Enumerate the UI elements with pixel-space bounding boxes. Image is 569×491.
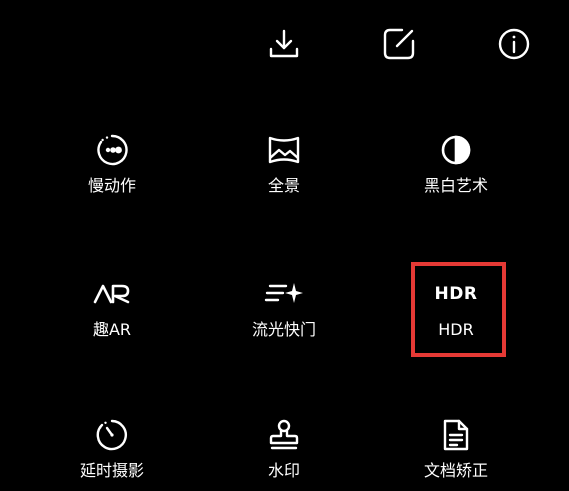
- mode-label: 趣AR: [92, 320, 132, 339]
- mode-light-painting[interactable]: 流光快门: [209, 277, 359, 340]
- mode-monochrome[interactable]: 黑白艺术: [381, 133, 531, 196]
- mode-watermark[interactable]: 水印: [209, 418, 359, 481]
- document-correction-icon: [439, 418, 473, 452]
- edit-icon[interactable]: [381, 26, 417, 62]
- mode-label: 慢动作: [87, 176, 136, 195]
- mode-label: 黑白艺术: [423, 176, 488, 195]
- light-painting-icon: [264, 277, 304, 311]
- mode-label: 延时摄影: [79, 461, 144, 480]
- mode-label: 全景: [267, 176, 300, 195]
- mode-document-correction[interactable]: 文档矫正: [381, 418, 531, 481]
- watermark-icon: [267, 418, 301, 452]
- hdr-icon-text: HDR: [434, 284, 478, 304]
- mode-hdr[interactable]: HDR HDR: [381, 277, 531, 340]
- panorama-icon: [267, 133, 301, 167]
- mode-label: 文档矫正: [423, 461, 488, 480]
- timelapse-icon: [95, 418, 129, 452]
- download-icon[interactable]: [266, 26, 302, 62]
- mode-label: HDR: [438, 320, 474, 339]
- hdr-icon: HDR: [435, 277, 478, 311]
- mode-timelapse[interactable]: 延时摄影: [37, 418, 187, 481]
- ar-icon: [93, 277, 131, 311]
- mode-label: 流光快门: [251, 320, 316, 339]
- mode-slow-motion[interactable]: 慢动作: [37, 133, 187, 196]
- mode-label: 水印: [267, 461, 300, 480]
- mode-panorama[interactable]: 全景: [209, 133, 359, 196]
- monochrome-icon: [439, 133, 473, 167]
- mode-ar[interactable]: 趣AR: [37, 277, 187, 340]
- slow-motion-icon: [95, 133, 129, 167]
- info-icon[interactable]: [496, 26, 532, 62]
